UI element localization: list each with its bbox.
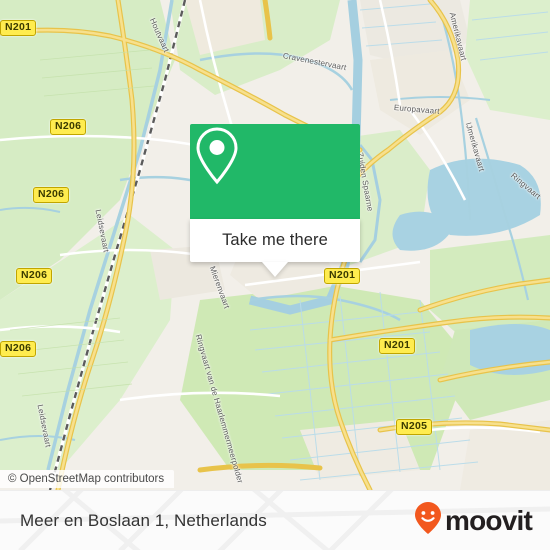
road-shield: N206 bbox=[33, 187, 70, 203]
road-shield: N201 bbox=[324, 268, 361, 284]
road-shield: N206 bbox=[0, 341, 37, 357]
popup-pointer-tail bbox=[262, 262, 288, 277]
location-popup-card[interactable]: Take me there bbox=[190, 124, 360, 277]
osm-attribution[interactable]: © OpenStreetMap contributors bbox=[0, 470, 175, 488]
moovit-logo[interactable]: moovit bbox=[413, 501, 533, 540]
moovit-wordmark: moovit bbox=[445, 504, 533, 536]
popup-header bbox=[190, 124, 360, 219]
road-shield: N201 bbox=[379, 338, 416, 354]
road-shield: N201 bbox=[0, 20, 37, 36]
take-me-there-label: Take me there bbox=[222, 231, 328, 249]
road-shield: N206 bbox=[50, 119, 87, 135]
location-address: Meer en Boslaan 1, Netherlands bbox=[20, 510, 267, 530]
take-me-there-button[interactable]: Take me there bbox=[190, 219, 360, 262]
road-shield: N206 bbox=[16, 268, 53, 284]
footer-bar: Meer en Boslaan 1, Netherlands moovit bbox=[0, 490, 550, 550]
moovit-smiley-pin-icon bbox=[413, 501, 443, 540]
map-screenshot: N201 N206 N206 N206 N206 N201 N201 N205 … bbox=[0, 0, 550, 550]
map-canvas[interactable]: N201 N206 N206 N206 N206 N201 N201 N205 … bbox=[0, 0, 550, 490]
road-shield: N205 bbox=[396, 419, 433, 435]
